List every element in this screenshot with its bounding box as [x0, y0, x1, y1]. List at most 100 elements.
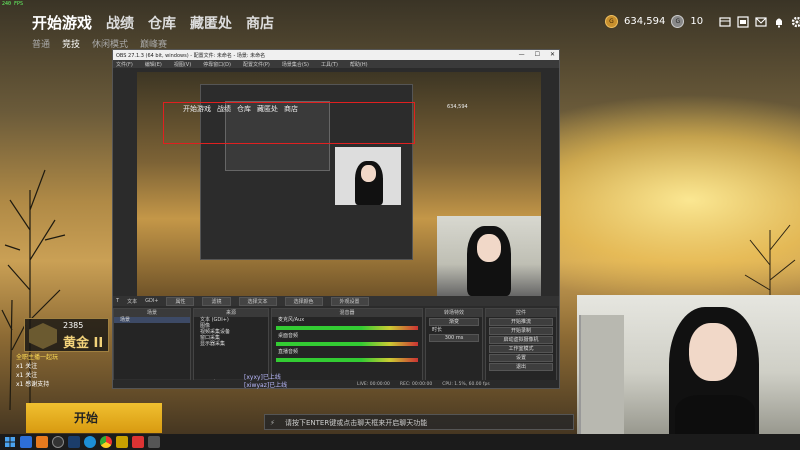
- nav-start-game[interactable]: 开始游戏: [32, 12, 92, 33]
- virtual-camera-button[interactable]: 启动虚拟摄像机: [489, 336, 553, 344]
- nested-webcam: [335, 147, 401, 205]
- appearance-button[interactable]: 外观设置: [330, 296, 369, 306]
- menu-help[interactable]: 帮助(H): [350, 61, 368, 68]
- obs-icon[interactable]: [52, 436, 64, 448]
- subnav-normal[interactable]: 普通: [32, 37, 50, 50]
- preview-webcam: [437, 216, 541, 296]
- menu-tools[interactable]: 工具(T): [321, 61, 338, 68]
- silver-coin-icon: G: [671, 15, 685, 28]
- rank-tier: 黄金 II: [63, 336, 104, 351]
- gold-coin-icon: G: [605, 15, 618, 28]
- game-icon[interactable]: [36, 436, 48, 448]
- obs-title-text: OBS 27.1.3 (64 bit, windows) - 配置文件: 未命名…: [116, 52, 266, 59]
- gift-feed-line: x1 感谢支持: [16, 381, 50, 388]
- app2-icon[interactable]: [132, 436, 144, 448]
- silver-amount: 10: [690, 16, 704, 27]
- gift-feed-line: x1 关注: [16, 363, 38, 370]
- game-main-nav: 开始游戏 战绩 仓库 藏匿处 商店: [32, 12, 274, 33]
- chat-input[interactable]: ⚡ 请按下ENTER键或点击聊天框来开启聊天功能: [264, 414, 574, 430]
- duration-label: 时长: [432, 327, 443, 333]
- filters-button[interactable]: 滤镜: [202, 296, 231, 306]
- gear-icon[interactable]: [791, 16, 800, 28]
- settings-button[interactable]: 设置: [489, 354, 553, 362]
- bell-icon[interactable]: [773, 16, 785, 28]
- text-source-icon: T: [116, 298, 120, 304]
- scene-item[interactable]: 场景: [114, 317, 190, 323]
- obs-window: OBS 27.1.3 (64 bit, windows) - 配置文件: 未命名…: [112, 49, 560, 389]
- menu-file[interactable]: 文件(F): [116, 61, 133, 68]
- gift-feed: 全职主播一起玩 x1 关注 x1 关注 x1 感谢支持: [16, 353, 106, 389]
- fps-counter: 240 FPS: [2, 1, 24, 7]
- lightning-icon: ⚡: [270, 419, 275, 427]
- audio-meter[interactable]: [276, 326, 418, 330]
- mixer-channel-label: 麦克风/Aux: [278, 317, 305, 323]
- windows-icon[interactable]: [4, 436, 16, 448]
- obs-menu-bar: 文件(F) 编辑(E) 视图(V) 停靠窗口(D) 配置文件(P) 场景集合(S…: [113, 60, 559, 68]
- nav-record[interactable]: 战绩: [106, 13, 134, 33]
- start-recording-button[interactable]: 开始录制: [489, 327, 553, 335]
- menu-scene-collection[interactable]: 场景集合(S): [282, 61, 309, 68]
- obs-title-bar[interactable]: OBS 27.1.3 (64 bit, windows) - 配置文件: 未命名…: [113, 50, 559, 60]
- select-color-button[interactable]: 选择颜色: [284, 296, 323, 306]
- select-text-button[interactable]: 选择文本: [238, 296, 277, 306]
- scenes-dock-title: 场景: [114, 309, 190, 317]
- menu-profile[interactable]: 配置文件(P): [243, 61, 270, 68]
- currency-bar: G 634,594 G 10: [605, 15, 800, 28]
- inventory-icon[interactable]: [737, 15, 749, 28]
- audio-meter[interactable]: [276, 342, 418, 346]
- exit-button[interactable]: 退出: [489, 363, 553, 371]
- windows-taskbar: [0, 434, 800, 450]
- nav-warehouse[interactable]: 仓库: [148, 13, 176, 33]
- subnav-ranked[interactable]: 竞技: [62, 37, 80, 50]
- webcam-overlay: [577, 295, 800, 450]
- source-selection-box[interactable]: [163, 102, 415, 144]
- studio-mode-button[interactable]: 工作室模式: [489, 345, 553, 353]
- mixer-channel-label: 直播音频: [278, 349, 299, 355]
- menu-view[interactable]: 视图(V): [174, 61, 191, 68]
- menu-docks[interactable]: 停靠窗口(D): [203, 61, 231, 68]
- toolbar-text-label: 文本: [127, 298, 138, 305]
- menu-edit[interactable]: 编辑(E): [145, 61, 162, 68]
- nav-stash[interactable]: 藏匿处: [190, 13, 232, 33]
- toolbar-source-name: GDI+: [145, 298, 159, 304]
- transitions-dock-title: 转场特效: [426, 309, 482, 317]
- sources-dock-title: 来源: [194, 309, 268, 317]
- start-game-button[interactable]: 开始: [26, 403, 162, 433]
- scenes-dock: 场景 场景 + − ∧ ∨: [113, 308, 191, 388]
- chrome-icon[interactable]: [100, 436, 112, 448]
- mixer-dock-title: 混音器: [272, 309, 422, 317]
- minimize-icon[interactable]: —: [519, 51, 525, 58]
- store-icon[interactable]: [719, 16, 731, 28]
- rank-panel: 2385 黄金 II: [24, 318, 109, 352]
- danmu-line: [xiwyaz]已上线: [244, 382, 288, 389]
- preview-currency: 634,594: [447, 104, 468, 110]
- streamer-face: [689, 323, 737, 381]
- start-streaming-button[interactable]: 开始推流: [489, 318, 553, 326]
- close-icon[interactable]: ✕: [550, 51, 555, 58]
- obs-source-toolbar: T 文本 GDI+ 属性 滤镜 选择文本 选择颜色 外观设置: [113, 296, 559, 306]
- edge-icon[interactable]: [84, 436, 96, 448]
- transition-select[interactable]: 渐变: [429, 318, 479, 326]
- nav-shop[interactable]: 商店: [246, 13, 274, 33]
- wegame-icon[interactable]: [116, 436, 128, 448]
- source-item[interactable]: 显示器采集: [194, 341, 268, 347]
- rank-emblem-icon: [29, 323, 57, 349]
- danmu-line: [xyxy]已上线: [244, 374, 281, 381]
- background-shelf: [579, 315, 624, 445]
- gift-feed-line: 全职主播一起玩: [16, 354, 59, 361]
- maximize-icon[interactable]: ☐: [535, 51, 540, 58]
- gold-amount: 634,594: [624, 16, 666, 27]
- obs-preview-canvas[interactable]: 开始游戏 战绩 仓库 藏匿处 商店 634,594: [137, 72, 541, 298]
- gift-feed-line: x1 关注: [16, 372, 38, 379]
- steam-icon[interactable]: [68, 436, 80, 448]
- audio-meter[interactable]: [276, 358, 418, 362]
- controls-dock-title: 控件: [486, 309, 556, 317]
- mail-icon[interactable]: [755, 16, 767, 28]
- properties-button[interactable]: 属性: [166, 296, 195, 306]
- mixer-channel-label: 桌面音频: [278, 333, 299, 339]
- app-icon[interactable]: [20, 436, 32, 448]
- danmu-feed: [xyxy]已上线 [xiwyaz]已上线: [244, 374, 574, 390]
- duration-input[interactable]: 300 ms: [429, 334, 479, 342]
- chat-placeholder: 请按下ENTER键或点击聊天框来开启聊天功能: [285, 419, 428, 427]
- app3-icon[interactable]: [148, 436, 160, 448]
